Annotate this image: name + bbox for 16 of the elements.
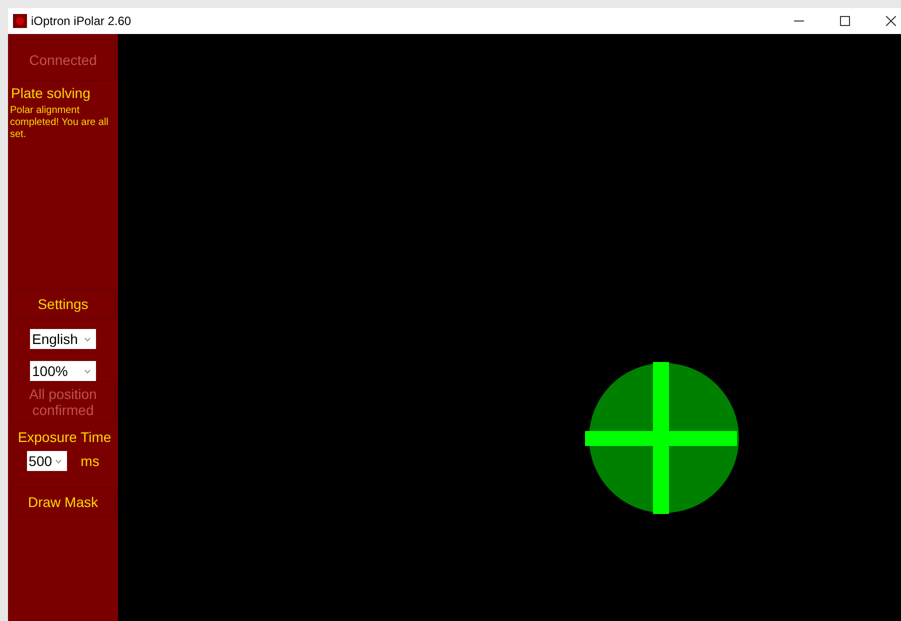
section-heading: Plate solving xyxy=(10,85,90,101)
status-message: Polar alignment completed! You are all set. xyxy=(9,104,110,141)
caret-icon xyxy=(84,336,91,342)
app-icon xyxy=(13,14,27,28)
caret-icon xyxy=(84,368,91,374)
caret-icon xyxy=(54,458,62,464)
maximize-icon[interactable] xyxy=(840,16,850,26)
dropdown[interactable]: English xyxy=(30,329,96,349)
dropdown[interactable]: 100% xyxy=(30,361,96,381)
section-heading: Exposure Time xyxy=(16,429,112,445)
sidebar-button[interactable]: Draw Mask xyxy=(11,487,115,517)
close-icon[interactable] xyxy=(886,16,896,26)
unit-label: ms xyxy=(80,453,100,469)
sidebar-button[interactable]: Settings xyxy=(11,289,115,319)
window-title: iOptron iPolar 2.60 xyxy=(31,14,132,28)
dropdown[interactable]: 500 xyxy=(26,451,67,471)
